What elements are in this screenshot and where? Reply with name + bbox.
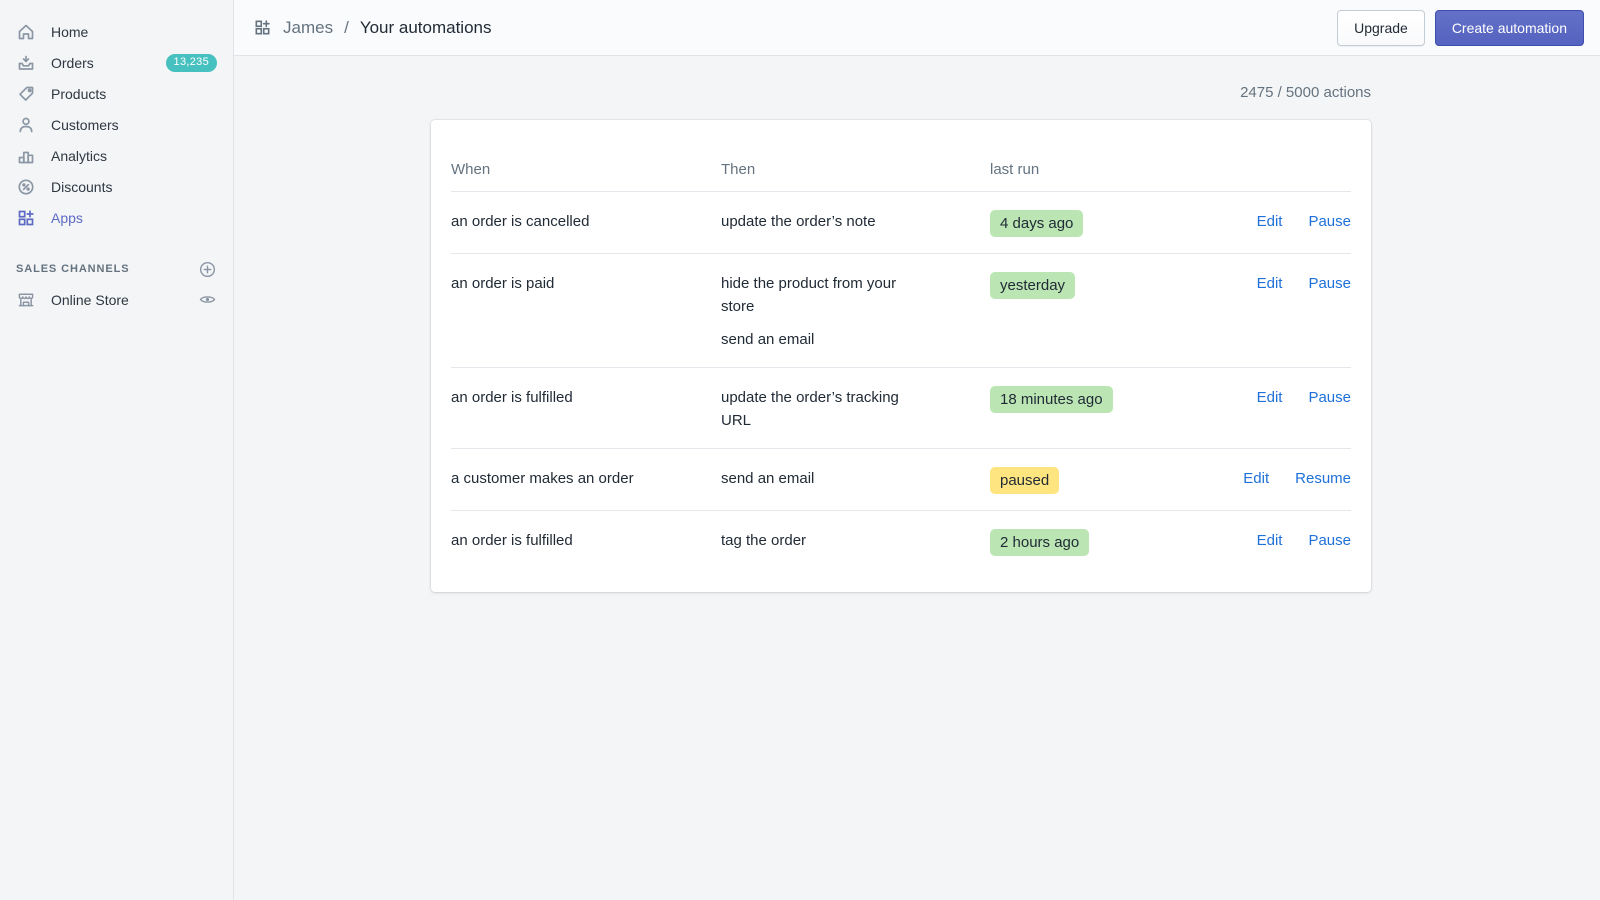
- last-run-badge: 4 days ago: [990, 210, 1084, 237]
- home-icon: [16, 22, 36, 42]
- sidebar-item-online-store[interactable]: Online Store: [0, 284, 233, 315]
- last-run-badge: yesterday: [990, 272, 1076, 299]
- paused-status-badge: paused: [990, 467, 1060, 494]
- pause-link[interactable]: Pause: [1308, 529, 1351, 552]
- actions-usage-counter: 2475 / 5000 actions: [1240, 84, 1371, 101]
- edit-link[interactable]: Edit: [1257, 210, 1283, 233]
- automation-trigger: an order is paid: [451, 275, 555, 292]
- sidebar-item-products[interactable]: Products: [0, 78, 233, 109]
- automations-card: When Then last run an order is cancelled…: [431, 120, 1371, 592]
- table-row: an order is cancelled update the order’s…: [451, 192, 1351, 254]
- sales-channels-title: SALES CHANNELS: [16, 263, 130, 275]
- automation-action: update the order’s note: [721, 213, 876, 230]
- last-run-badge: 18 minutes ago: [990, 386, 1113, 413]
- sidebar-item-label: Products: [51, 85, 107, 102]
- table-row: a customer makes an order send an email …: [451, 449, 1351, 511]
- orders-icon: [16, 53, 36, 73]
- sidebar-item-customers[interactable]: Customers: [0, 109, 233, 140]
- automation-trigger: an order is cancelled: [451, 213, 590, 230]
- column-header-last-run: last run: [990, 161, 1040, 178]
- page-title: Your automations: [359, 17, 492, 37]
- create-automation-button[interactable]: Create automation: [1434, 9, 1584, 46]
- upgrade-button[interactable]: Upgrade: [1337, 9, 1425, 46]
- sidebar-item-orders[interactable]: Orders 13,235: [0, 47, 233, 78]
- column-header-when: When: [451, 161, 491, 178]
- main-content: 2475 / 5000 actions When Then last run a…: [234, 56, 1600, 900]
- edit-link[interactable]: Edit: [1243, 467, 1269, 490]
- breadcrumb-app-link[interactable]: James: [283, 18, 333, 38]
- sales-channels-header: SALES CHANNELS: [0, 254, 233, 284]
- analytics-icon: [16, 146, 36, 166]
- pause-link[interactable]: Pause: [1308, 386, 1351, 409]
- table-row: an order is fulfilled update the order’s…: [451, 368, 1351, 449]
- discounts-icon: [16, 177, 36, 197]
- table-header-row: When Then last run: [451, 120, 1351, 192]
- column-header-actions: [1213, 120, 1351, 191]
- automation-trigger: a customer makes an order: [451, 470, 634, 487]
- breadcrumb-separator: /: [344, 17, 349, 37]
- sidebar-item-label: Discounts: [51, 178, 113, 195]
- automation-action: send an email: [721, 470, 815, 487]
- topbar-actions: Upgrade Create automation: [1337, 9, 1584, 46]
- resume-link[interactable]: Resume: [1295, 467, 1351, 490]
- automation-trigger: an order is fulfilled: [451, 532, 573, 549]
- sidebar-item-analytics[interactable]: Analytics: [0, 140, 233, 171]
- sidebar-item-label: Home: [51, 23, 89, 40]
- sidebar-item-label: Analytics: [51, 147, 108, 164]
- last-run-badge: 2 hours ago: [990, 529, 1090, 556]
- sidebar-item-home[interactable]: Home: [0, 16, 233, 47]
- sidebar-item-label: Online Store: [51, 291, 129, 308]
- sidebar-item-label: Apps: [51, 209, 83, 226]
- pause-link[interactable]: Pause: [1308, 272, 1351, 295]
- automation-action: update the order’s tracking URL: [721, 389, 899, 429]
- automation-action: hide the product from your store: [721, 275, 897, 315]
- sidebar-item-apps[interactable]: Apps: [0, 202, 233, 233]
- edit-link[interactable]: Edit: [1257, 529, 1283, 552]
- sidebar-item-discounts[interactable]: Discounts: [0, 171, 233, 202]
- table-row: an order is paid hide the product from y…: [451, 254, 1351, 368]
- orders-count-badge: 13,235: [165, 53, 217, 72]
- automation-trigger: an order is fulfilled: [451, 389, 573, 406]
- pause-link[interactable]: Pause: [1308, 210, 1351, 233]
- apps-grid-icon: [253, 18, 272, 37]
- customers-icon: [16, 115, 36, 135]
- sidebar: Home Orders 13,235 Products Customers An…: [0, 0, 234, 900]
- storefront-icon: [16, 290, 36, 310]
- sidebar-item-label: Orders: [51, 54, 94, 71]
- table-row: an order is fulfilled tag the order 2 ho…: [451, 511, 1351, 572]
- tag-icon: [16, 84, 36, 104]
- breadcrumb: James / Your automations: [253, 18, 492, 38]
- sidebar-item-label: Customers: [51, 116, 119, 133]
- automation-action: tag the order: [721, 532, 807, 549]
- edit-link[interactable]: Edit: [1257, 386, 1283, 409]
- edit-link[interactable]: Edit: [1257, 272, 1283, 295]
- apps-icon: [16, 208, 36, 228]
- add-sales-channel-icon[interactable]: [198, 260, 217, 279]
- automation-action: send an email: [721, 331, 815, 348]
- eye-icon[interactable]: [198, 290, 217, 309]
- column-header-then: Then: [721, 161, 756, 178]
- topbar: James / Your automations Upgrade Create …: [234, 0, 1600, 56]
